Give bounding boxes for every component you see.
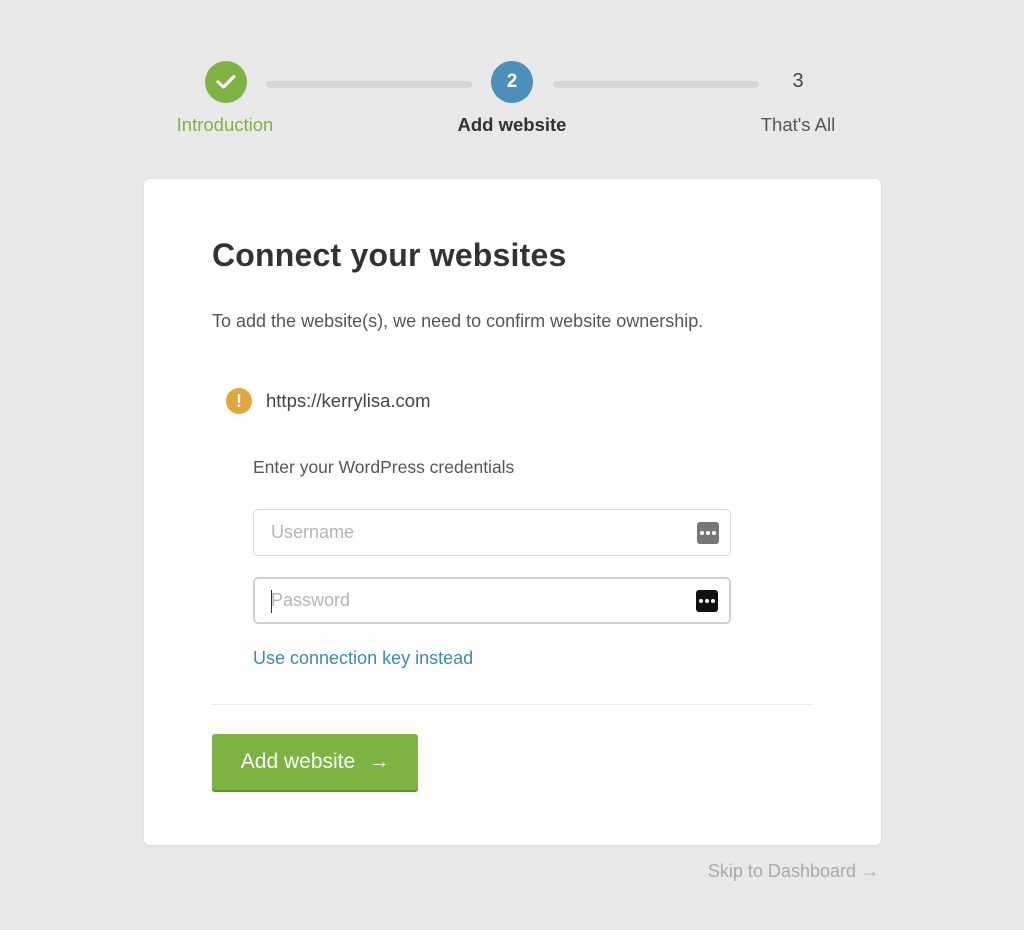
password-field-wrapper (253, 577, 731, 624)
page-title: Connect your websites (212, 237, 567, 273)
checkmark-icon (216, 74, 236, 89)
step-2-indicator: 2 (491, 61, 533, 103)
onboarding-stepper: 2 3 Introduction Add website That's All (0, 0, 1024, 160)
step-1-label: Introduction (176, 114, 274, 135)
divider (212, 704, 814, 705)
password-manager-icon[interactable] (697, 522, 719, 544)
step-2-number: 2 (506, 71, 518, 92)
username-field-wrapper (253, 509, 731, 556)
text-cursor (271, 590, 272, 613)
step-2-label: Add website (457, 114, 567, 135)
step-connector-1 (266, 81, 472, 88)
warning-icon: ! (226, 388, 252, 414)
step-connector-2 (553, 81, 759, 88)
add-website-button[interactable]: Add website → (212, 734, 418, 790)
website-row: ! https://kerrylisa.com (226, 388, 431, 414)
step-1-completed-indicator (205, 61, 247, 103)
username-input[interactable] (254, 510, 730, 555)
skip-to-dashboard-link[interactable]: Skip to Dashboard → (708, 861, 879, 882)
step-3-number: 3 (792, 70, 804, 92)
step-3-label: That's All (760, 114, 836, 135)
page-subtitle: To add the website(s), we need to confir… (212, 311, 704, 331)
add-website-button-label: Add website (240, 750, 356, 773)
connect-websites-card: Connect your websites To add the website… (144, 179, 881, 845)
password-input[interactable] (255, 579, 729, 622)
password-manager-icon[interactable] (696, 590, 718, 612)
arrow-right-icon: → (369, 750, 390, 773)
credentials-label: Enter your WordPress credentials (253, 457, 515, 477)
use-connection-key-link[interactable]: Use connection key instead (253, 648, 473, 669)
website-url: https://kerrylisa.com (266, 390, 431, 411)
